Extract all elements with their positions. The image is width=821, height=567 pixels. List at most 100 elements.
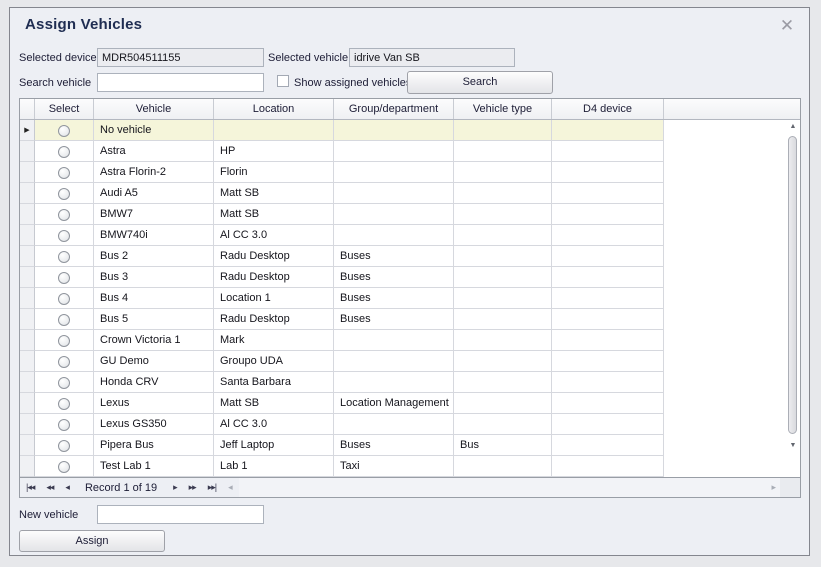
group-cell[interactable]: Location Management xyxy=(334,393,454,414)
vehicle-cell[interactable]: Bus 3 xyxy=(94,267,214,288)
d4-device-cell[interactable] xyxy=(552,351,664,372)
vehicle-cell[interactable]: Honda CRV xyxy=(94,372,214,393)
select-radio[interactable] xyxy=(58,230,70,242)
select-radio[interactable] xyxy=(58,272,70,284)
select-cell[interactable] xyxy=(35,330,94,351)
select-cell[interactable] xyxy=(35,246,94,267)
location-cell[interactable]: Santa Barbara xyxy=(214,372,334,393)
select-cell[interactable] xyxy=(35,351,94,372)
d4-device-cell[interactable] xyxy=(552,141,664,162)
vehicle-type-cell[interactable] xyxy=(454,414,552,435)
vehicle-cell[interactable]: Astra xyxy=(94,141,214,162)
vehicle-type-cell[interactable] xyxy=(454,246,552,267)
vehicle-type-cell[interactable] xyxy=(454,288,552,309)
assign-button[interactable]: Assign xyxy=(19,530,165,552)
vehicle-type-cell[interactable] xyxy=(454,309,552,330)
table-row[interactable]: Pipera BusJeff LaptopBusesBus xyxy=(20,435,800,456)
column-header-location[interactable]: Location xyxy=(214,99,334,119)
d4-device-cell[interactable] xyxy=(552,267,664,288)
vehicle-cell[interactable]: BMW740i xyxy=(94,225,214,246)
selected-vehicle-field[interactable] xyxy=(349,48,515,67)
select-radio[interactable] xyxy=(58,167,70,179)
table-row[interactable]: BMW7Matt SB xyxy=(20,204,800,225)
show-assigned-checkbox[interactable] xyxy=(277,75,289,87)
location-cell[interactable]: Florin xyxy=(214,162,334,183)
d4-device-cell[interactable] xyxy=(552,393,664,414)
location-cell[interactable]: Radu Desktop xyxy=(214,267,334,288)
location-cell[interactable]: Jeff Laptop xyxy=(214,435,334,456)
d4-device-cell[interactable] xyxy=(552,435,664,456)
select-cell[interactable] xyxy=(35,435,94,456)
select-cell[interactable] xyxy=(35,225,94,246)
nav-prev-page-button[interactable]: ◂◂ xyxy=(40,478,59,497)
vehicle-type-cell[interactable]: Bus xyxy=(454,435,552,456)
scroll-down-icon[interactable]: ▼ xyxy=(787,441,799,451)
select-radio[interactable] xyxy=(58,125,70,137)
table-row[interactable]: Bus 3Radu DesktopBuses xyxy=(20,267,800,288)
group-cell[interactable] xyxy=(334,162,454,183)
group-cell[interactable]: Taxi xyxy=(334,456,454,477)
table-row[interactable]: Audi A5Matt SB xyxy=(20,183,800,204)
vehicle-type-cell[interactable] xyxy=(454,330,552,351)
select-radio[interactable] xyxy=(58,356,70,368)
search-vehicle-input[interactable] xyxy=(97,73,264,92)
nav-first-button[interactable]: |◂◂ xyxy=(20,478,40,497)
select-cell[interactable] xyxy=(35,372,94,393)
scroll-up-icon[interactable]: ▲ xyxy=(787,122,799,132)
table-row[interactable]: LexusMatt SBLocation Management xyxy=(20,393,800,414)
group-cell[interactable] xyxy=(334,372,454,393)
location-cell[interactable]: Radu Desktop xyxy=(214,246,334,267)
select-radio[interactable] xyxy=(58,419,70,431)
nav-last-button[interactable]: ▸▸| xyxy=(202,478,222,497)
group-cell[interactable] xyxy=(334,183,454,204)
select-cell[interactable] xyxy=(35,162,94,183)
location-cell[interactable]: Matt SB xyxy=(214,183,334,204)
vehicle-cell[interactable]: Bus 4 xyxy=(94,288,214,309)
vehicle-type-cell[interactable] xyxy=(454,141,552,162)
vertical-scrollbar[interactable]: ▲ ▼ xyxy=(787,122,799,475)
search-button[interactable]: Search xyxy=(407,71,553,94)
group-cell[interactable] xyxy=(334,204,454,225)
group-cell[interactable]: Buses xyxy=(334,288,454,309)
table-row[interactable]: ▶No vehicle xyxy=(20,120,800,141)
scrollbar-thumb[interactable] xyxy=(788,136,797,434)
select-radio[interactable] xyxy=(58,314,70,326)
selected-device-field[interactable] xyxy=(97,48,264,67)
group-cell[interactable] xyxy=(334,120,454,141)
group-cell[interactable] xyxy=(334,225,454,246)
group-cell[interactable]: Buses xyxy=(334,267,454,288)
select-radio[interactable] xyxy=(58,335,70,347)
table-row[interactable]: Bus 4Location 1Buses xyxy=(20,288,800,309)
column-header-d4-device[interactable]: D4 device xyxy=(552,99,664,119)
table-row[interactable]: BMW740iAl CC 3.0 xyxy=(20,225,800,246)
nav-next-button[interactable]: ▸ xyxy=(167,478,183,497)
group-cell[interactable]: Buses xyxy=(334,309,454,330)
select-radio[interactable] xyxy=(58,146,70,158)
hscroll-right-icon[interactable]: ▸ xyxy=(767,478,780,497)
location-cell[interactable]: Radu Desktop xyxy=(214,309,334,330)
select-radio[interactable] xyxy=(58,440,70,452)
table-row[interactable]: Crown Victoria 1Mark xyxy=(20,330,800,351)
location-cell[interactable]: Al CC 3.0 xyxy=(214,225,334,246)
vehicle-cell[interactable]: Crown Victoria 1 xyxy=(94,330,214,351)
vehicle-cell[interactable]: BMW7 xyxy=(94,204,214,225)
vehicle-cell[interactable]: Lexus GS350 xyxy=(94,414,214,435)
group-cell[interactable]: Buses xyxy=(334,435,454,456)
d4-device-cell[interactable] xyxy=(552,204,664,225)
table-row[interactable]: Bus 5Radu DesktopBuses xyxy=(20,309,800,330)
d4-device-cell[interactable] xyxy=(552,162,664,183)
d4-device-cell[interactable] xyxy=(552,183,664,204)
column-header-select[interactable]: Select xyxy=(35,99,94,119)
vehicle-cell[interactable]: Audi A5 xyxy=(94,183,214,204)
column-header-vehicle-type[interactable]: Vehicle type xyxy=(454,99,552,119)
select-radio[interactable] xyxy=(58,251,70,263)
d4-device-cell[interactable] xyxy=(552,225,664,246)
select-radio[interactable] xyxy=(58,398,70,410)
vehicle-type-cell[interactable] xyxy=(454,267,552,288)
table-row[interactable]: Test Lab 1Lab 1Taxi xyxy=(20,456,800,477)
location-cell[interactable]: Lab 1 xyxy=(214,456,334,477)
group-cell[interactable] xyxy=(334,141,454,162)
select-cell[interactable] xyxy=(35,120,94,141)
select-radio[interactable] xyxy=(58,377,70,389)
vehicle-type-cell[interactable] xyxy=(454,351,552,372)
